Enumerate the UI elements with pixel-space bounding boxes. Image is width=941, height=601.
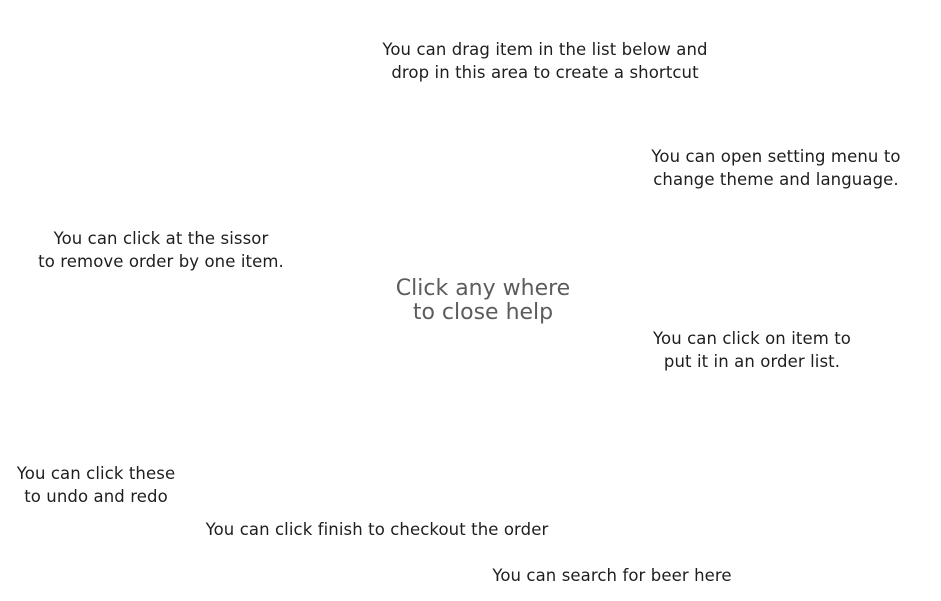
close-help-message[interactable]: Click any where to close help [383,277,583,325]
search-tip: You can search for beer here [482,564,742,587]
settings-menu-tip: You can open setting menu to change them… [646,145,906,191]
finish-tip-text: You can click finish to checkout the ord… [205,520,549,539]
scissor-tip-line-2: to remove order by one item. [38,252,284,271]
item-click-tip: You can click on item to put it in an or… [642,327,862,373]
scissor-tip: You can click at the sissor to remove or… [31,227,291,273]
undo-redo-tip: You can click these to undo and redo [6,462,186,508]
item-tip-line-1: You can click on item to [653,329,851,348]
item-tip-line-2: put it in an order list. [663,352,841,371]
settings-tip-line-2: change theme and language. [653,170,899,189]
close-help-line-1: Click any where [395,276,571,301]
shortcut-tip-line-1: You can drag item in the list below and [382,40,708,59]
scissor-tip-line-1: You can click at the sissor [53,229,269,248]
undo-redo-tip-line-2: to undo and redo [24,487,168,506]
search-tip-text: You can search for beer here [492,566,732,585]
shortcut-tip-line-2: drop in this area to create a shortcut [391,63,699,82]
shortcut-area-tip: You can drag item in the list below and … [375,38,715,84]
settings-tip-line-1: You can open setting menu to [651,147,901,166]
undo-redo-tip-line-1: You can click these [16,464,176,483]
close-help-line-2: to close help [412,300,554,325]
finish-tip: You can click finish to checkout the ord… [197,518,557,541]
help-overlay[interactable]: You can drag item in the list below and … [0,0,941,601]
